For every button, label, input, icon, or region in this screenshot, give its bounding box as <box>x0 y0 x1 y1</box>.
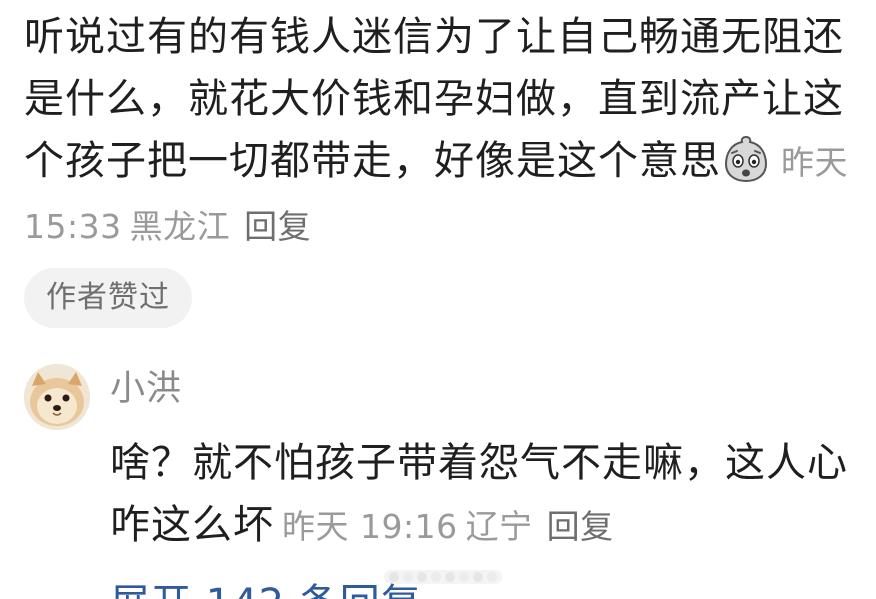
scared-face-emoji-icon <box>723 135 769 183</box>
username[interactable]: 小洪 <box>110 364 870 414</box>
comment-location: 黑龙江 <box>129 207 231 246</box>
reply-button[interactable]: 回复 <box>244 207 311 246</box>
pomeranian-dog-avatar <box>24 364 90 430</box>
reply-button[interactable]: 回复 <box>547 507 614 546</box>
comment: 听说过有的有钱人迷信为了让自己畅通无阻还是什么，就花大价钱和孕妇做，直到流产让这… <box>24 6 864 258</box>
comment-body: 听说过有的有钱人迷信为了让自己畅通无阻还是什么，就花大价钱和孕妇做，直到流产让这… <box>24 6 864 258</box>
reply-meta: 昨天 19:16 辽宁 回复 <box>274 507 614 546</box>
comment-text: 听说过有的有钱人迷信为了让自己畅通无阻还是什么，就花大价钱和孕妇做，直到流产让这… <box>24 14 844 184</box>
comment-thread: 听说过有的有钱人迷信为了让自己畅通无阻还是什么，就花大价钱和孕妇做，直到流产让这… <box>0 0 876 599</box>
reply-text-block: 啥？就不怕孩子带着怨气不走嘛，这人心咋这么坏 昨天 19:16 辽宁 回复 <box>110 432 870 558</box>
reply-body: 小洪 啥？就不怕孩子带着怨气不走嘛，这人心咋这么坏 昨天 19:16 辽宁 回复 <box>110 364 870 558</box>
reply-time: 昨天 19:16 <box>282 507 458 546</box>
reply-location: 辽宁 <box>465 507 533 546</box>
author-liked-badge: 作者赞过 <box>24 268 192 328</box>
expand-replies-link[interactable]: 展开 142 条回复 <box>110 582 422 599</box>
avatar[interactable] <box>24 364 90 430</box>
